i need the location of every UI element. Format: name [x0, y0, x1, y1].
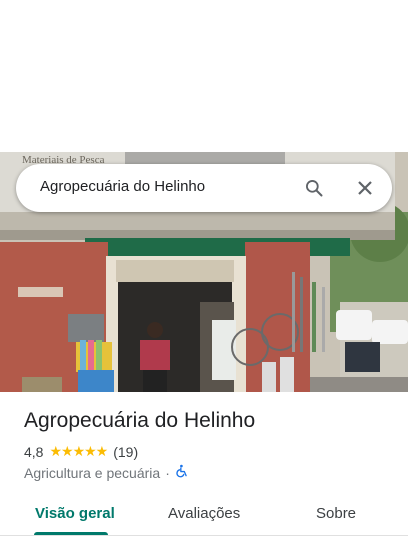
tab-about[interactable]: Sobre: [316, 505, 356, 522]
separator-dot: ·: [165, 464, 170, 481]
place-category: Agricultura e pecuária: [24, 464, 161, 481]
category-row: Agricultura e pecuária ·: [24, 464, 189, 481]
tab-reviews[interactable]: Avaliações: [168, 505, 240, 522]
rating-row[interactable]: 4,8 ★★★★★ (19): [24, 443, 138, 460]
search-icon[interactable]: [302, 176, 326, 200]
star-rating-icon: ★★★★★: [49, 443, 108, 459]
place-tabs: Visão geral Avaliações Sobre: [0, 492, 408, 536]
wheelchair-icon: [175, 464, 189, 481]
place-title: Agropecuária do Helinho: [24, 409, 256, 432]
search-input[interactable]: Agropecuária do Helinho: [40, 178, 205, 195]
close-icon[interactable]: [353, 176, 377, 200]
reviews-count[interactable]: (19): [113, 444, 138, 460]
rating-value: 4,8: [24, 443, 44, 460]
tab-overview[interactable]: Visão geral: [35, 505, 115, 522]
tabs-divider: [0, 535, 408, 536]
search-bar[interactable]: Agropecuária do Helinho: [16, 164, 392, 212]
